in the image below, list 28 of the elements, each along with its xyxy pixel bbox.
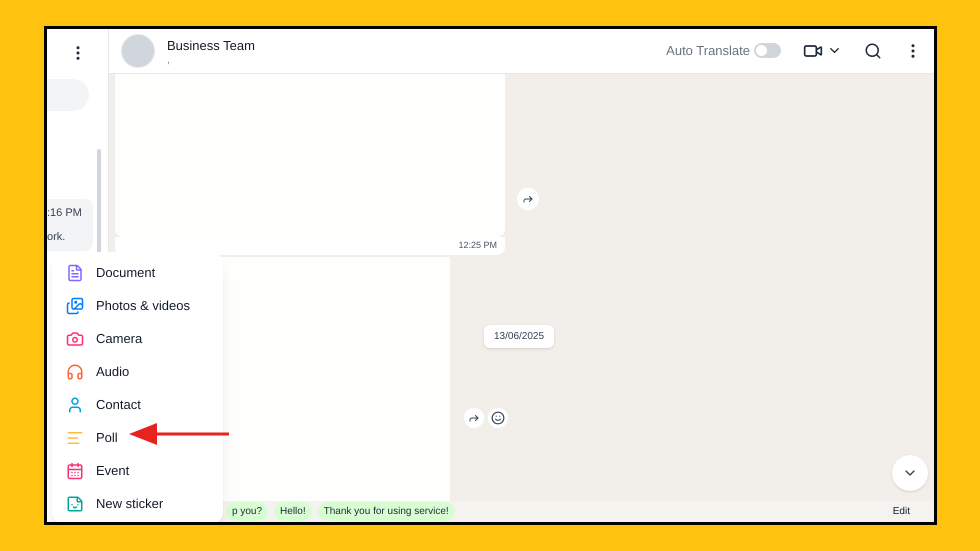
chat-preview-card[interactable]: :16 PM ork. <box>47 199 93 251</box>
attach-menu-item[interactable]: Poll <box>52 421 122 454</box>
react-button[interactable] <box>488 408 508 428</box>
search-field[interactable] <box>47 79 89 111</box>
forward-button[interactable] <box>517 188 539 210</box>
auto-translate-label: Auto Translate <box>666 42 750 60</box>
attach-menu-item[interactable]: Document <box>52 256 160 289</box>
search-icon[interactable] <box>864 42 882 60</box>
attach-menu-item[interactable]: Audio <box>52 355 134 388</box>
edit-link[interactable]: Edit <box>892 504 910 519</box>
date-chip: 13/06/2025 <box>484 324 554 348</box>
attach-menu-item[interactable]: New sticker <box>52 487 168 520</box>
attach-menu-item[interactable]: Contact <box>52 388 145 421</box>
message-time: 12:25 PM <box>458 238 497 252</box>
chat-title: Business Team <box>167 37 255 56</box>
chat-time: :16 PM <box>47 206 82 220</box>
smiley-icon <box>491 410 505 425</box>
attach-menu-item[interactable]: Event <box>52 454 134 487</box>
avatar <box>121 34 155 68</box>
forward-button[interactable] <box>464 408 484 428</box>
chat-preview-text: ork. <box>47 230 66 245</box>
quick-reply-chip[interactable]: Thank you for using service! <box>318 502 455 521</box>
auto-translate-toggle[interactable] <box>754 43 781 58</box>
attach-menu-item[interactable]: Camera <box>52 322 146 355</box>
quick-reply-chip[interactable]: Hello! <box>274 502 312 521</box>
chat-subtitle: , <box>167 56 171 66</box>
attach-menu-item[interactable]: Photos & videos <box>52 289 194 322</box>
quick-reply-chip[interactable]: p you? <box>226 502 268 521</box>
